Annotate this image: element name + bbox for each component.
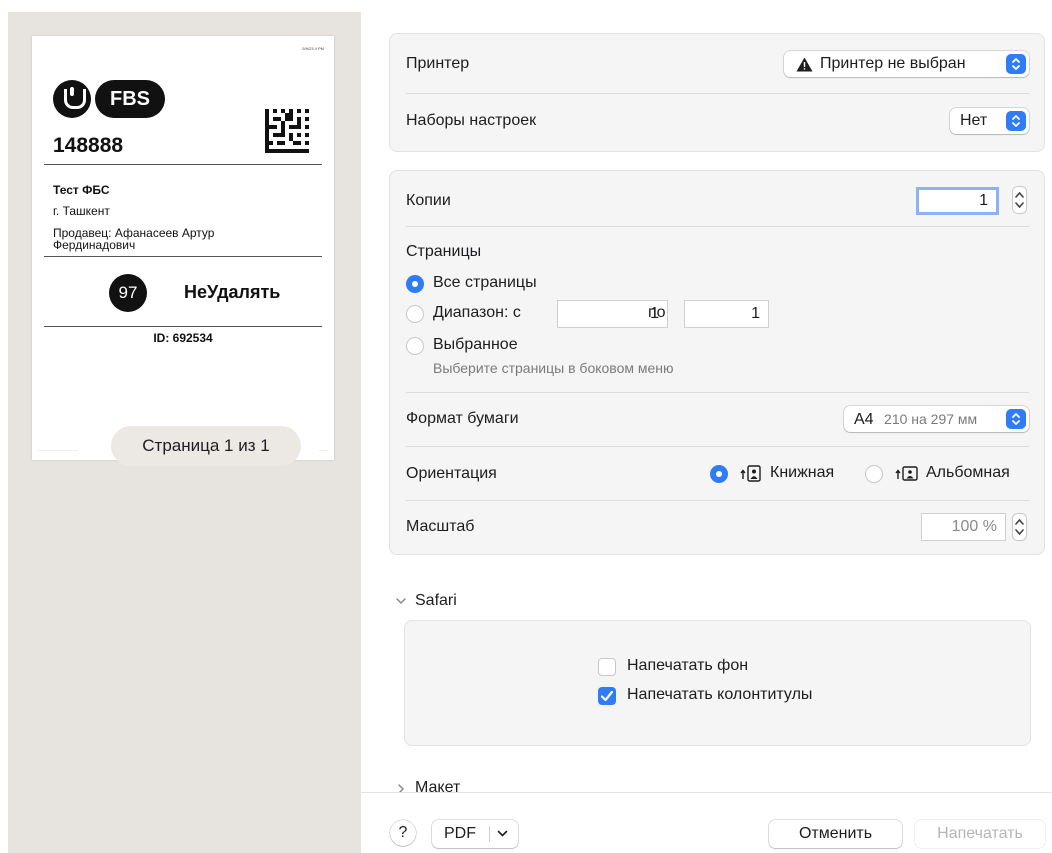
printer-value: Принтер не выбран	[820, 55, 966, 72]
brand-logo-icon	[53, 80, 91, 118]
paper-detail: 210 на 297 мм	[884, 411, 978, 427]
city-text: г. Ташкент	[53, 204, 110, 218]
preview-footer-page: ...........	[318, 448, 328, 452]
presets-value: Нет	[960, 112, 988, 129]
chevron-down-icon	[497, 830, 508, 837]
cancel-button[interactable]: Отменить	[769, 820, 902, 848]
selection-radio[interactable]	[406, 337, 424, 355]
preview-divider	[44, 164, 322, 165]
copies-stepper[interactable]	[1012, 186, 1027, 214]
shop-name: Тест ФБС	[53, 183, 110, 197]
preview-pane: 5/9/23 4 PM FBS 148888 Тест ФБС г. Ташке…	[8, 12, 361, 853]
print-headers-label: Напечатать колонтитулы	[627, 686, 813, 703]
circle-number-badge: 97	[109, 274, 147, 312]
range-to-label: по	[648, 304, 666, 321]
preview-divider	[44, 326, 322, 327]
all-pages-radio[interactable]	[406, 275, 424, 293]
datamatrix-code-icon	[265, 109, 309, 153]
chevron-down-icon[interactable]	[395, 595, 407, 607]
range-radio[interactable]	[406, 305, 424, 323]
printer-select[interactable]: Принтер не выбран	[784, 51, 1029, 77]
range-to-input[interactable]: 1	[684, 300, 769, 328]
chevron-updown-icon	[1006, 111, 1026, 131]
landscape-orientation-icon	[895, 466, 918, 481]
pages-label: Страницы	[406, 243, 482, 260]
preview-page[interactable]: 5/9/23 4 PM FBS 148888 Тест ФБС г. Ташке…	[32, 36, 334, 466]
range-label: Диапазон: с	[433, 304, 521, 321]
portrait-radio[interactable]	[710, 465, 728, 483]
chevron-updown-icon	[1006, 54, 1026, 74]
copies-label: Копии	[406, 192, 451, 209]
checkmark-icon	[600, 690, 614, 702]
preview-footer-text: ........................................…	[38, 448, 79, 452]
orientation-label: Ориентация	[406, 465, 497, 482]
separator	[406, 392, 1029, 393]
copies-input[interactable]: 1	[916, 187, 999, 215]
page-indicator: Страница 1 из 1	[111, 426, 301, 466]
fbs-badge: FBS	[95, 80, 165, 118]
order-id: ID: 692534	[153, 331, 213, 345]
warning-triangle-icon	[796, 57, 813, 72]
pdf-menu-button[interactable]: PDF	[432, 820, 518, 848]
separator	[406, 93, 1029, 94]
presets-label: Наборы настроек	[406, 112, 537, 129]
safari-group	[404, 620, 1031, 746]
selection-hint: Выберите страницы в боковом меню	[433, 360, 674, 376]
landscape-label: Альбомная	[926, 464, 1010, 481]
label-number: 148888	[53, 134, 124, 157]
scale-stepper[interactable]	[1012, 513, 1027, 541]
scale-input[interactable]: 100 %	[921, 513, 1006, 541]
pdf-label: PDF	[444, 825, 476, 842]
preview-header-text: 5/9/23 4 PM	[302, 46, 324, 51]
selection-label: Выбранное	[433, 336, 518, 353]
status-text: НеУдалять	[184, 282, 281, 302]
safari-section-title[interactable]: Safari	[415, 592, 457, 610]
print-background-checkbox[interactable]	[598, 658, 616, 676]
print-headers-checkbox[interactable]	[598, 687, 616, 705]
print-background-label: Напечатать фон	[627, 657, 749, 674]
portrait-orientation-icon	[740, 465, 761, 482]
seller-line-2: Фердинадович	[53, 238, 136, 252]
print-button[interactable]: Напечатать	[915, 820, 1045, 848]
pdf-divider	[489, 826, 490, 842]
preview-divider	[44, 256, 322, 257]
separator	[406, 226, 1029, 227]
landscape-radio[interactable]	[865, 465, 883, 483]
separator	[406, 500, 1029, 501]
scale-label: Масштаб	[406, 518, 475, 535]
paper-label: Формат бумаги	[406, 410, 519, 427]
separator	[406, 446, 1029, 447]
printer-label: Принтер	[406, 55, 470, 72]
chevron-updown-icon	[1006, 409, 1026, 429]
paper-select[interactable]: A4 210 на 297 мм	[844, 406, 1029, 432]
all-pages-label: Все страницы	[433, 274, 537, 291]
help-button[interactable]: ?	[390, 820, 416, 846]
presets-select[interactable]: Нет	[950, 108, 1029, 134]
paper-value: A4	[854, 411, 874, 428]
portrait-label: Книжная	[770, 464, 835, 481]
